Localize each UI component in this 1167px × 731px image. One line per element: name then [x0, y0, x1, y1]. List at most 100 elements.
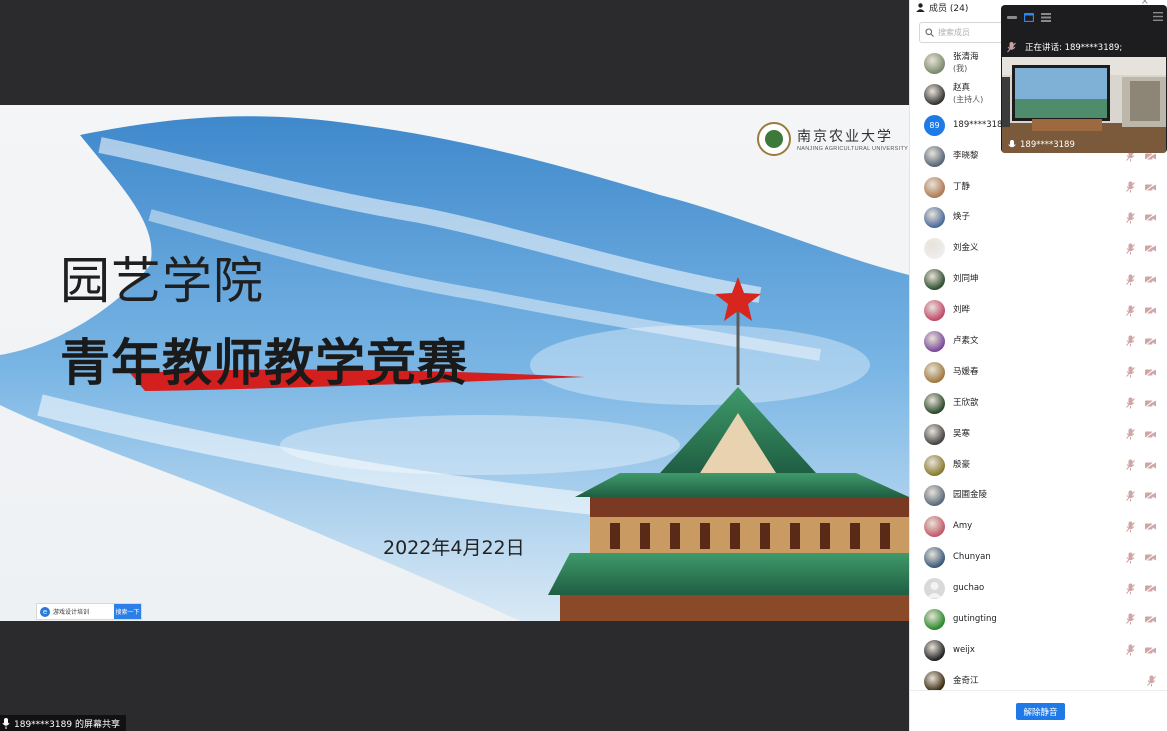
microphone-icon	[2, 717, 10, 729]
member-row[interactable]: 金奇江	[910, 666, 1167, 690]
avatar: 89	[924, 114, 945, 136]
member-status-icons	[1126, 366, 1156, 378]
member-row[interactable]: 刘金义	[910, 233, 1167, 264]
camera-off-icon[interactable]	[1145, 213, 1156, 222]
member-status-icons	[1126, 305, 1156, 317]
member-row[interactable]: 吴寒	[910, 419, 1167, 450]
member-name: 189****3189	[953, 119, 1008, 130]
member-row[interactable]: 卢素文	[910, 326, 1167, 357]
member-status-icons	[1126, 181, 1156, 193]
member-info: 刘金义	[953, 243, 979, 254]
member-row[interactable]: Chunyan	[910, 542, 1167, 573]
mic-muted-icon[interactable]	[1126, 552, 1135, 564]
member-row[interactable]: 丁静	[910, 172, 1167, 203]
mic-muted-icon[interactable]	[1126, 521, 1135, 533]
mic-muted-icon[interactable]	[1126, 366, 1135, 378]
avatar	[924, 392, 945, 414]
mic-muted-icon[interactable]	[1147, 675, 1156, 687]
member-count-label: 成员 (24)	[929, 3, 969, 14]
search-widget-button: 搜索一下	[114, 604, 141, 619]
member-row[interactable]: guchao	[910, 573, 1167, 604]
member-row[interactable]: 焕子	[910, 202, 1167, 233]
mic-muted-icon[interactable]	[1126, 613, 1135, 625]
member-info: 金奇江	[953, 676, 979, 687]
member-role: (我)	[953, 64, 968, 74]
member-row[interactable]: 殷豪	[910, 450, 1167, 481]
avatar	[924, 52, 945, 74]
member-name: 殷豪	[953, 459, 971, 470]
camera-off-icon[interactable]	[1145, 491, 1156, 500]
mic-muted-icon[interactable]	[1126, 274, 1135, 286]
member-status-icons	[1126, 613, 1156, 625]
camera-off-icon[interactable]	[1145, 399, 1156, 408]
member-row[interactable]: Amy	[910, 511, 1167, 542]
camera-off-icon[interactable]	[1145, 430, 1156, 439]
camera-off-icon[interactable]	[1145, 306, 1156, 315]
slide-date: 2022年4月22日	[383, 537, 525, 559]
member-status-icons	[1147, 675, 1156, 687]
mic-muted-icon[interactable]	[1126, 490, 1135, 502]
speaker-view-icon[interactable]	[1024, 12, 1034, 22]
avatar	[924, 516, 945, 538]
mic-muted-icon[interactable]	[1126, 583, 1135, 595]
mic-muted-icon[interactable]	[1126, 181, 1135, 193]
mic-muted-icon[interactable]	[1126, 644, 1135, 656]
camera-off-icon[interactable]	[1145, 152, 1156, 161]
member-info: 马媛春	[953, 367, 979, 378]
gallery-view-icon[interactable]	[1041, 12, 1051, 22]
avatar	[924, 423, 945, 445]
unmute-all-button[interactable]: 解除静音	[1016, 703, 1065, 720]
avatar	[924, 83, 945, 105]
camera-off-icon[interactable]	[1145, 461, 1156, 470]
camera-off-icon[interactable]	[1145, 615, 1156, 624]
camera-off-icon[interactable]	[1145, 183, 1156, 191]
camera-off-icon[interactable]	[1145, 584, 1156, 593]
member-name: 卢素文	[953, 335, 979, 346]
university-logo: 南京农业大学 NANJING AGRICULTURAL UNIVERSITY	[757, 122, 908, 156]
member-info: 刘晔	[953, 305, 970, 316]
member-row[interactable]: weijx	[910, 635, 1167, 666]
member-info: 吴寒	[953, 429, 970, 440]
camera-off-icon[interactable]	[1145, 244, 1156, 253]
member-status-icons	[1126, 583, 1156, 595]
camera-off-icon[interactable]	[1145, 646, 1156, 655]
member-row[interactable]: 王欣歆	[910, 388, 1167, 419]
camera-off-icon[interactable]	[1145, 368, 1156, 377]
mic-muted-icon[interactable]	[1126, 243, 1135, 255]
member-row[interactable]: 园圃金陵	[910, 480, 1167, 511]
floating-video-window[interactable]: 正在讲话: 189****3189; 189****3189	[1001, 5, 1167, 153]
browser-e-icon: e	[40, 606, 50, 617]
member-row[interactable]: 马媛春	[910, 357, 1167, 388]
video-window-toolbar	[1001, 5, 1167, 29]
minimize-icon[interactable]	[1007, 13, 1017, 22]
person-icon	[916, 2, 925, 12]
slide-title: 青年教师教学竞赛	[60, 334, 468, 392]
avatar	[924, 300, 945, 322]
menu-icon[interactable]	[1153, 12, 1163, 21]
member-role: (主持人)	[953, 95, 984, 105]
camera-off-icon[interactable]	[1145, 275, 1156, 284]
embedded-search-widget: e 游戏设计培训 搜索一下	[36, 603, 142, 620]
mic-muted-icon[interactable]	[1126, 428, 1135, 440]
camera-off-icon[interactable]	[1145, 337, 1156, 346]
member-status-icons	[1126, 459, 1156, 471]
member-row[interactable]: 刘同坤	[910, 264, 1167, 295]
camera-off-icon[interactable]	[1145, 522, 1156, 531]
mic-muted-icon[interactable]	[1126, 212, 1135, 224]
member-info: gutingting	[953, 614, 997, 625]
member-status-icons	[1126, 397, 1156, 409]
shared-screen-stage: 南京农业大学 NANJING AGRICULTURAL UNIVERSITY 园…	[0, 0, 909, 731]
mic-muted-icon[interactable]	[1126, 335, 1135, 347]
member-status-icons	[1126, 335, 1156, 347]
member-name: 丁静	[953, 181, 971, 192]
avatar	[924, 454, 945, 476]
mic-muted-icon[interactable]	[1126, 459, 1135, 471]
member-panel-footer: 解除静音	[910, 690, 1167, 731]
camera-off-icon[interactable]	[1145, 553, 1156, 562]
member-name: 马媛春	[953, 366, 979, 377]
mic-muted-icon[interactable]	[1126, 397, 1135, 409]
mic-muted-icon[interactable]	[1126, 305, 1135, 317]
avatar	[924, 670, 945, 690]
member-row[interactable]: 刘晔	[910, 295, 1167, 326]
member-row[interactable]: gutingting	[910, 604, 1167, 635]
